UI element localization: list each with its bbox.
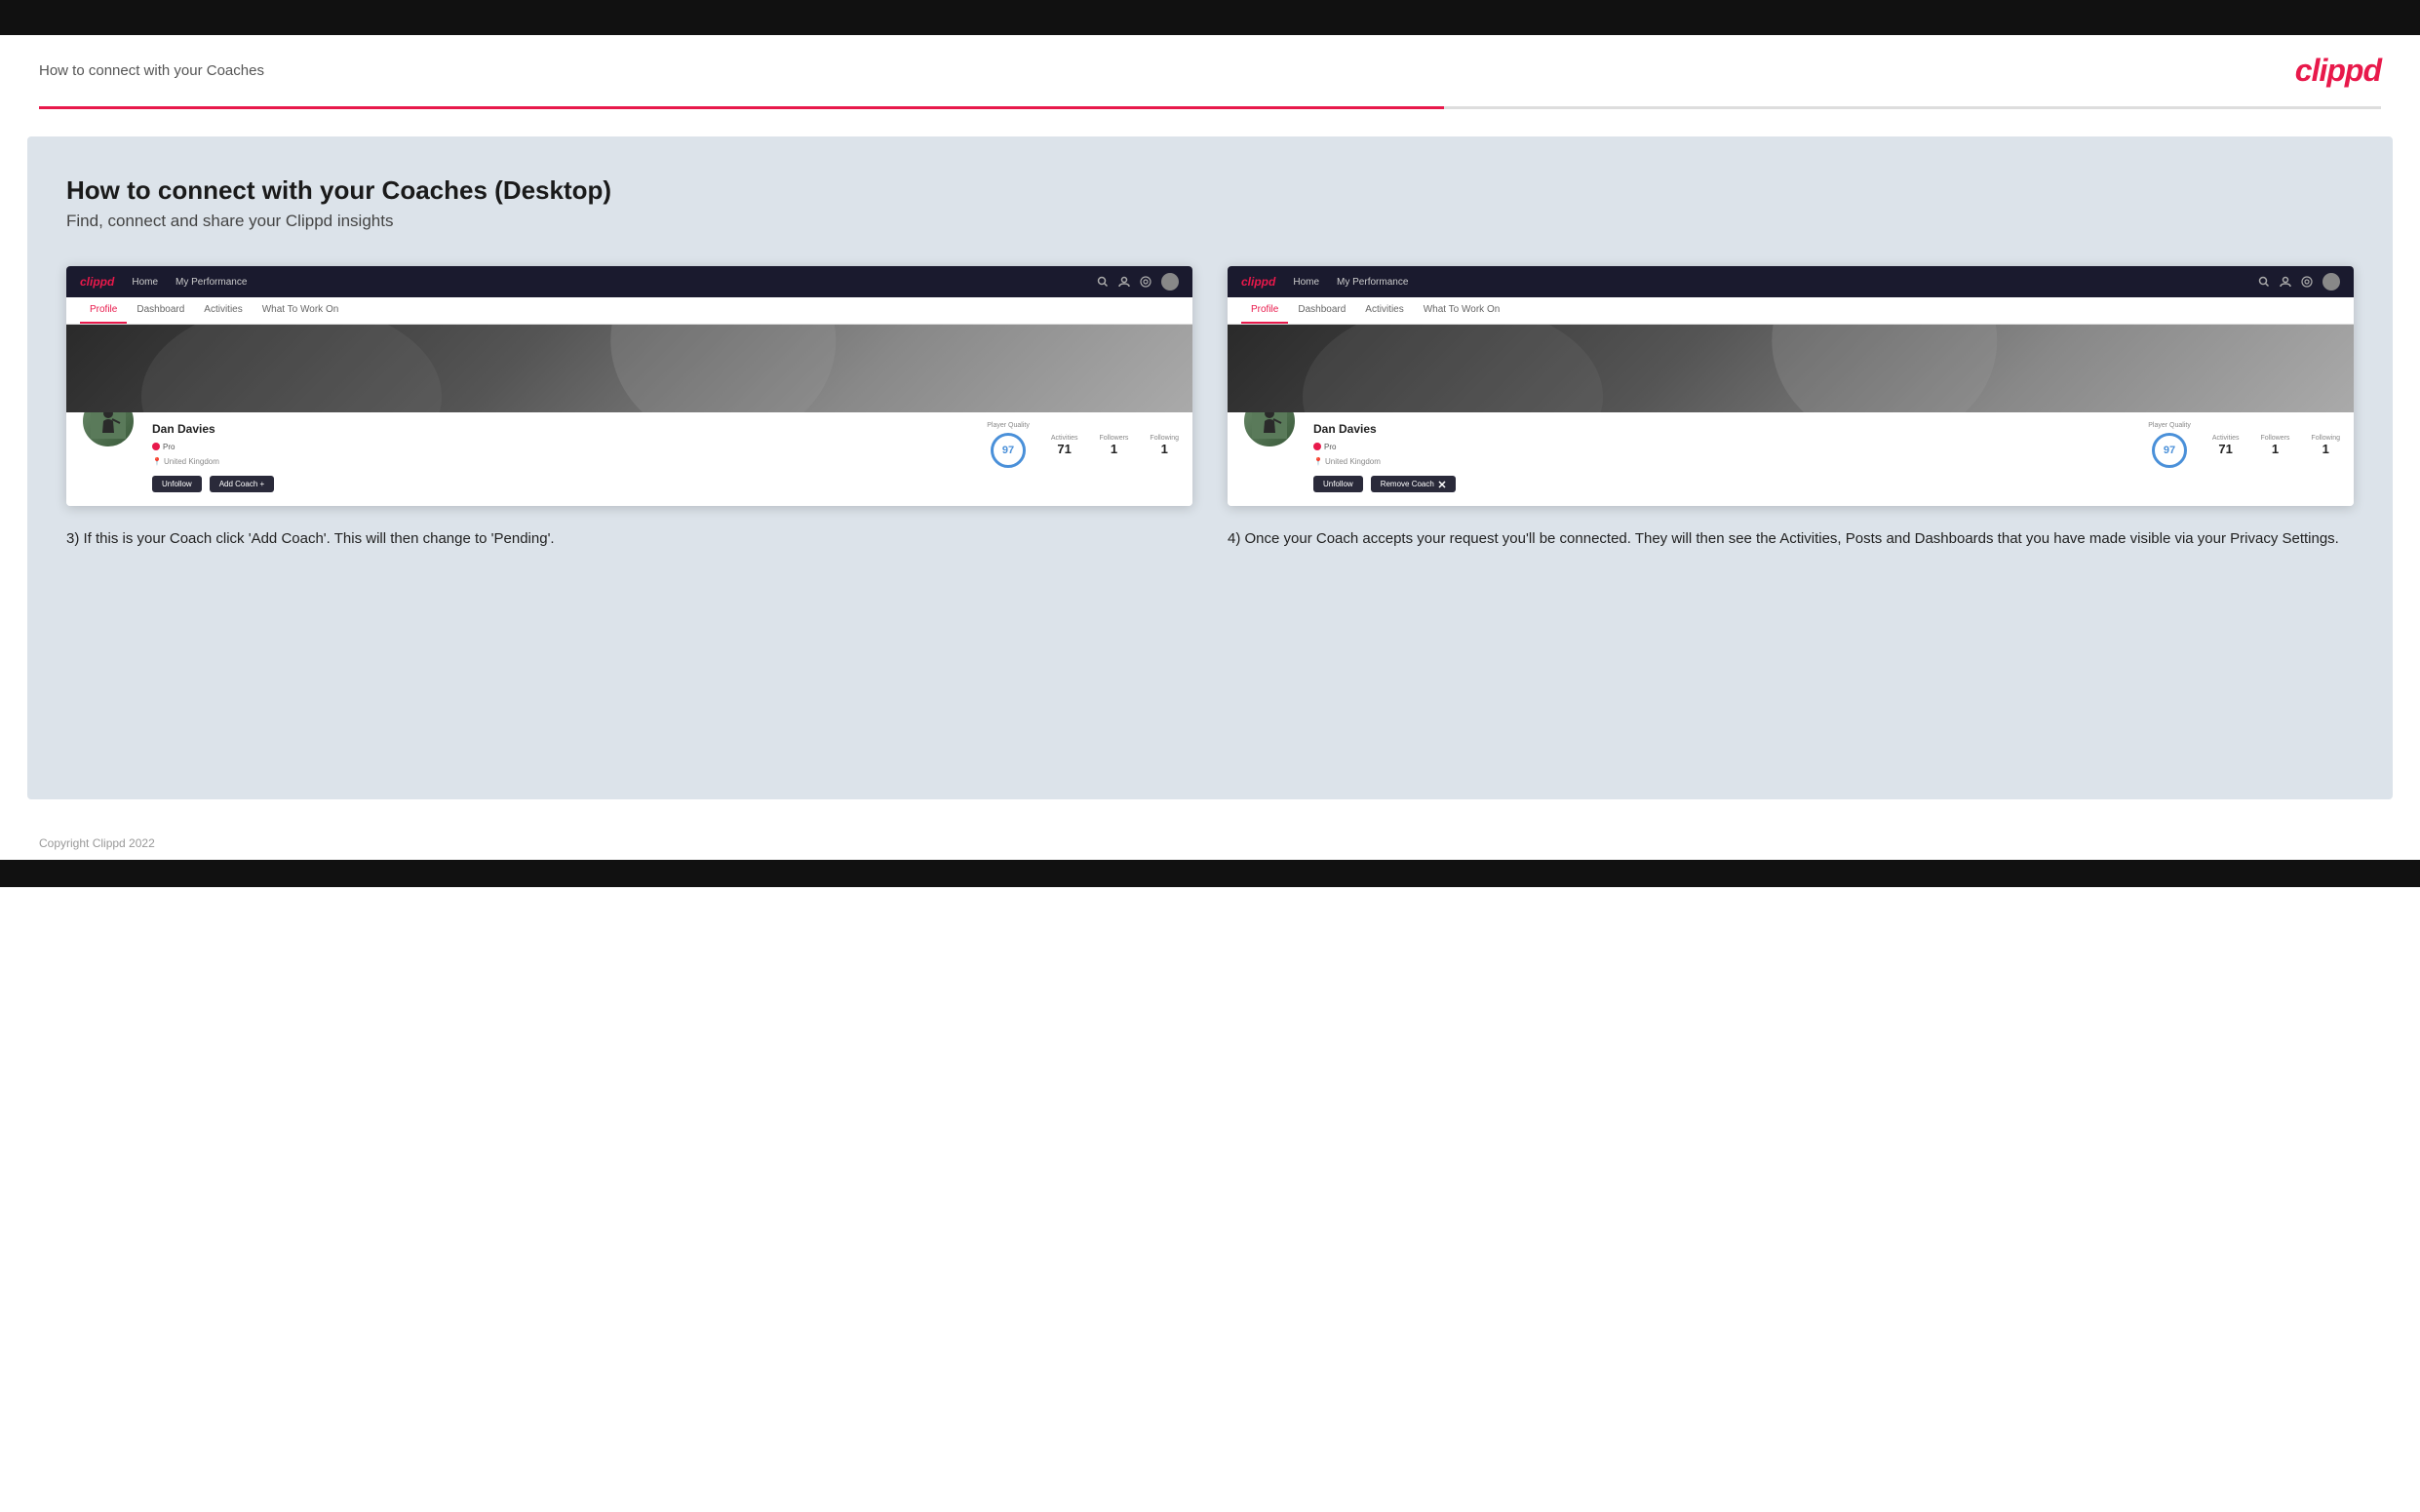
user-icon[interactable] bbox=[1118, 276, 1130, 288]
left-screenshot: clippd Home My Performance bbox=[66, 266, 1192, 506]
settings-icon[interactable] bbox=[1140, 276, 1151, 288]
pro-badge-dot bbox=[152, 443, 160, 450]
left-quality-value: 97 bbox=[991, 433, 1026, 468]
add-coach-button[interactable]: Add Coach + bbox=[210, 476, 274, 492]
left-profile-name: Dan Davies bbox=[152, 422, 971, 436]
bottom-bar bbox=[0, 860, 2420, 887]
right-profile-badge: Pro bbox=[1313, 443, 1336, 451]
right-nav-logo: clippd bbox=[1241, 275, 1275, 289]
left-caption: 3) If this is your Coach click 'Add Coac… bbox=[66, 527, 1192, 551]
header-title: How to connect with your Coaches bbox=[39, 62, 264, 79]
close-icon bbox=[1438, 481, 1446, 488]
left-tabs: Profile Dashboard Activities What To Wor… bbox=[66, 297, 1192, 325]
right-player-quality: Player Quality 97 bbox=[2148, 422, 2191, 468]
left-banner-overlay bbox=[66, 325, 1192, 412]
tab-profile-left[interactable]: Profile bbox=[80, 297, 127, 324]
right-profile-stats: Player Quality 97 Activities 71 Follower… bbox=[2148, 422, 2340, 468]
left-nav-home[interactable]: Home bbox=[132, 277, 158, 288]
right-stat-followers: Followers 1 bbox=[2260, 435, 2289, 456]
right-nav-my-performance[interactable]: My Performance bbox=[1337, 277, 1408, 288]
search-icon[interactable] bbox=[1097, 276, 1109, 288]
tab-activities-left[interactable]: Activities bbox=[194, 297, 252, 324]
footer: Copyright Clippd 2022 bbox=[0, 827, 2420, 860]
tab-what-to-work-on-left[interactable]: What To Work On bbox=[253, 297, 349, 324]
tab-profile-right[interactable]: Profile bbox=[1241, 297, 1288, 324]
right-tabs: Profile Dashboard Activities What To Wor… bbox=[1228, 297, 2354, 325]
left-nav-my-performance[interactable]: My Performance bbox=[176, 277, 247, 288]
top-bar bbox=[0, 0, 2420, 35]
right-profile-name: Dan Davies bbox=[1313, 422, 2132, 436]
right-stat-following: Following 1 bbox=[2311, 435, 2340, 456]
main-content: How to connect with your Coaches (Deskto… bbox=[27, 136, 2393, 799]
left-player-quality: Player Quality 97 bbox=[987, 422, 1030, 468]
right-column: clippd Home My Performance bbox=[1228, 266, 2354, 551]
right-screenshot: clippd Home My Performance bbox=[1228, 266, 2354, 506]
pro-badge-dot-right bbox=[1313, 443, 1321, 450]
left-profile-section: Dan Davies Pro 📍United Kingdom Unfollow … bbox=[66, 412, 1192, 506]
tab-what-to-work-on-right[interactable]: What To Work On bbox=[1414, 297, 1510, 324]
left-stat-activities: Activities 71 bbox=[1051, 435, 1078, 456]
right-profile-location: 📍United Kingdom bbox=[1313, 457, 2132, 466]
left-stat-followers: Followers 1 bbox=[1099, 435, 1128, 456]
page-subtitle: Find, connect and share your Clippd insi… bbox=[66, 212, 2354, 231]
header: How to connect with your Coaches clippd bbox=[0, 35, 2420, 106]
settings-icon-right[interactable] bbox=[2301, 276, 2313, 288]
right-quality-value: 97 bbox=[2152, 433, 2187, 468]
right-nav-bar: clippd Home My Performance bbox=[1228, 266, 2354, 297]
tab-dashboard-right[interactable]: Dashboard bbox=[1288, 297, 1355, 324]
left-profile-stats: Player Quality 97 Activities 71 Follower… bbox=[987, 422, 1179, 468]
left-column: clippd Home My Performance bbox=[66, 266, 1192, 551]
left-nav-avatar[interactable] bbox=[1161, 273, 1179, 291]
tab-dashboard-left[interactable]: Dashboard bbox=[127, 297, 194, 324]
right-profile-banner bbox=[1228, 325, 2354, 412]
left-profile-badge: Pro bbox=[152, 443, 175, 451]
right-nav-icons bbox=[2258, 273, 2340, 291]
clippd-logo: clippd bbox=[2295, 53, 2381, 89]
left-nav-bar: clippd Home My Performance bbox=[66, 266, 1192, 297]
remove-coach-button[interactable]: Remove Coach bbox=[1371, 476, 1456, 492]
right-nav-avatar[interactable] bbox=[2322, 273, 2340, 291]
right-caption: 4) Once your Coach accepts your request … bbox=[1228, 527, 2354, 551]
right-stat-activities: Activities 71 bbox=[2212, 435, 2240, 456]
left-profile-location: 📍United Kingdom bbox=[152, 457, 971, 466]
unfollow-button-right[interactable]: Unfollow bbox=[1313, 476, 1363, 492]
left-profile-banner bbox=[66, 325, 1192, 412]
user-icon-right[interactable] bbox=[2280, 276, 2291, 288]
right-profile-section: Dan Davies Pro 📍United Kingdom Unfollow … bbox=[1228, 412, 2354, 506]
left-nav-icons bbox=[1097, 273, 1179, 291]
search-icon-right[interactable] bbox=[2258, 276, 2270, 288]
two-column-layout: clippd Home My Performance bbox=[66, 266, 2354, 551]
right-quality-label: Player Quality bbox=[2148, 422, 2191, 429]
left-profile-info: Dan Davies Pro 📍United Kingdom Unfollow … bbox=[152, 422, 971, 492]
left-stat-following: Following 1 bbox=[1150, 435, 1179, 456]
header-divider bbox=[39, 106, 2381, 109]
right-banner-overlay bbox=[1228, 325, 2354, 412]
copyright-text: Copyright Clippd 2022 bbox=[39, 836, 155, 850]
left-nav-logo: clippd bbox=[80, 275, 114, 289]
page-title: How to connect with your Coaches (Deskto… bbox=[66, 175, 2354, 206]
left-quality-label: Player Quality bbox=[987, 422, 1030, 429]
left-profile-buttons: Unfollow Add Coach + bbox=[152, 476, 971, 492]
right-nav-home[interactable]: Home bbox=[1293, 277, 1319, 288]
unfollow-button-left[interactable]: Unfollow bbox=[152, 476, 202, 492]
right-profile-info: Dan Davies Pro 📍United Kingdom Unfollow … bbox=[1313, 422, 2132, 492]
tab-activities-right[interactable]: Activities bbox=[1355, 297, 1413, 324]
right-profile-buttons: Unfollow Remove Coach bbox=[1313, 476, 2132, 492]
